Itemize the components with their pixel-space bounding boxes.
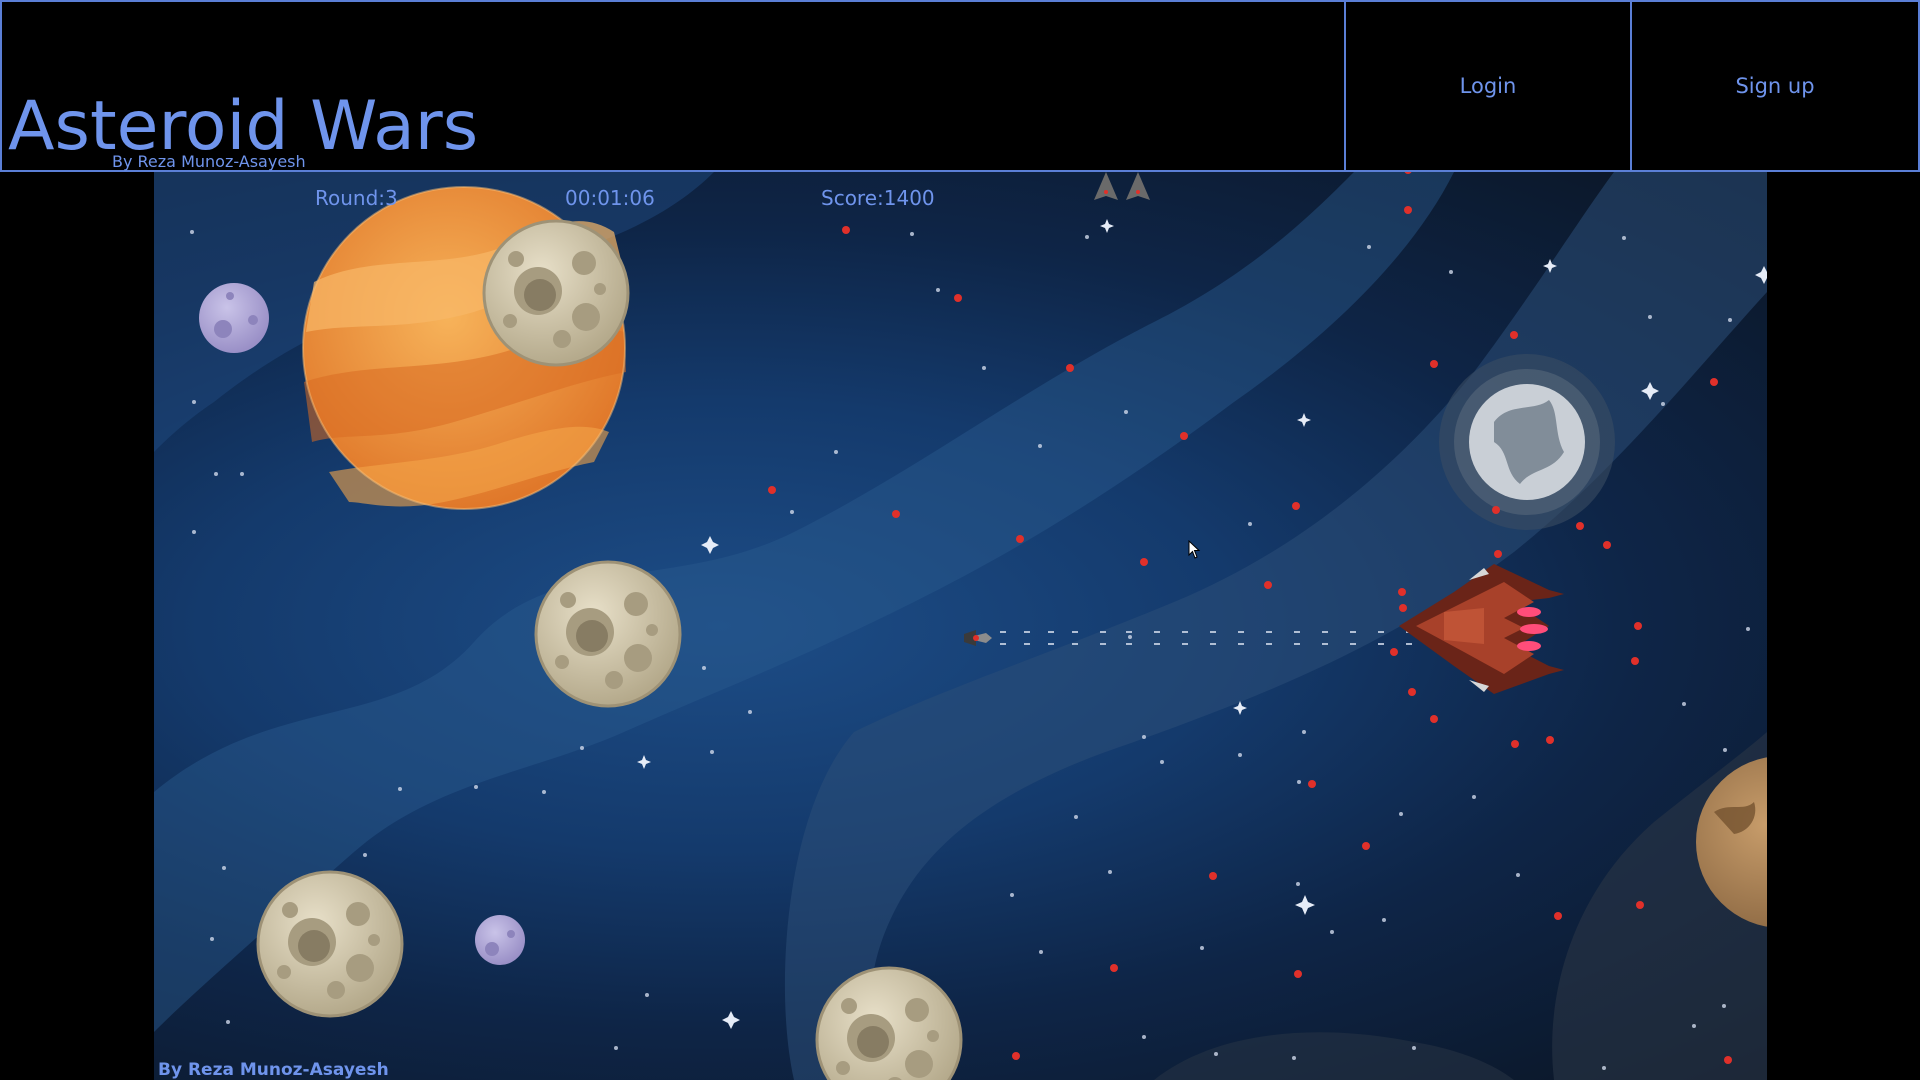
- asteroid-2: [534, 560, 682, 708]
- small-moon-2: [475, 915, 525, 965]
- footer-credit: By Reza Munoz-Asayesh: [158, 1060, 389, 1080]
- space-scene: [154, 172, 1767, 1080]
- signup-button[interactable]: Sign up: [1632, 0, 1920, 172]
- site-header: Asteroid Wars By Reza Munoz-Asayesh Logi…: [0, 0, 1920, 172]
- login-button[interactable]: Login: [1344, 0, 1632, 172]
- author-credit: By Reza Munoz-Asayesh: [112, 152, 306, 171]
- enemy-fighters: [1094, 172, 1150, 200]
- grey-moon: [1439, 354, 1615, 530]
- player-ship: [964, 630, 992, 646]
- asteroid-3: [256, 870, 404, 1018]
- round-counter: Round:3: [315, 186, 398, 210]
- asteroid-1: [482, 219, 630, 367]
- score-display: Score:1400: [821, 186, 935, 210]
- mouse-cursor-icon: [1188, 540, 1201, 559]
- brand-block: Asteroid Wars By Reza Munoz-Asayesh: [0, 0, 1344, 172]
- game-canvas[interactable]: Round:3 00:01:06 Score:1400 By Reza Muno…: [154, 172, 1767, 1080]
- small-moon-1: [199, 283, 269, 353]
- game-timer: 00:01:06: [565, 186, 655, 210]
